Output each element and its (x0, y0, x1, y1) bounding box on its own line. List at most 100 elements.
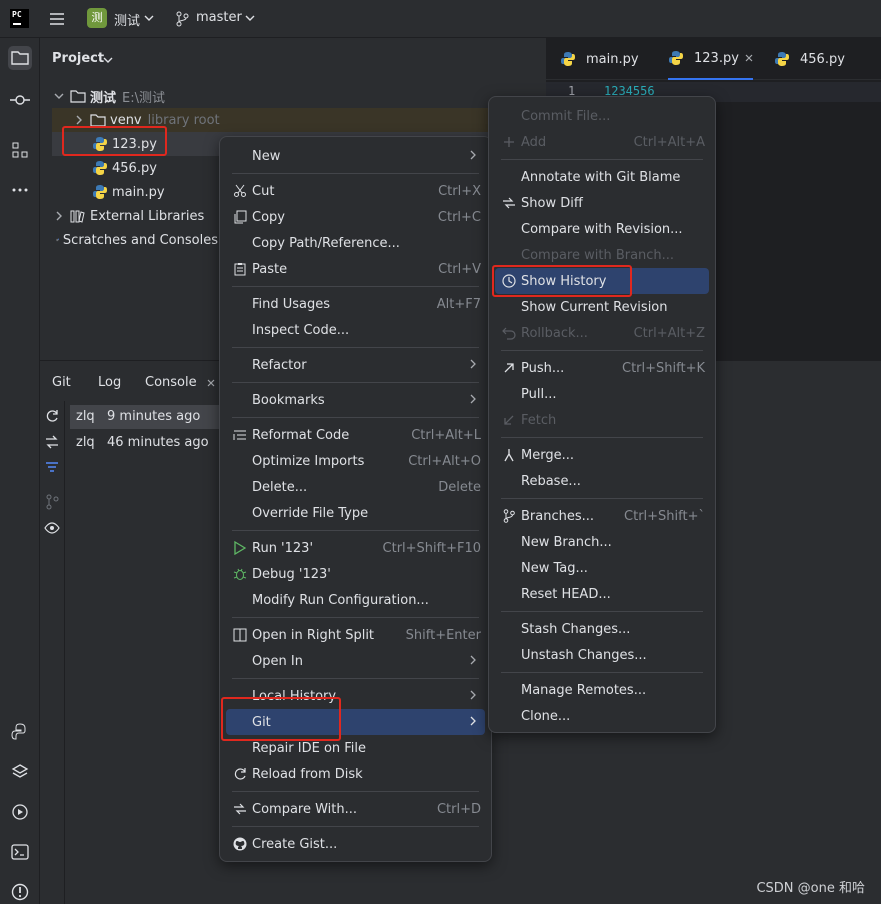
menu-separator (232, 791, 479, 792)
menu-item-open-right-split[interactable]: Open in Right Split Shift+Enter (226, 622, 485, 648)
tab-git[interactable]: Git (52, 375, 71, 390)
branch-icon (176, 11, 189, 27)
menu-item-create-gist[interactable]: Create Gist... (226, 831, 485, 857)
menu-item-find-usages[interactable]: Find Usages Alt+F7 (226, 291, 485, 317)
terminal-icon[interactable] (8, 840, 32, 864)
menu-item-reload-from-disk[interactable]: Reload from Disk (226, 761, 485, 787)
menu-item-rebase[interactable]: Rebase... (495, 468, 709, 494)
diff-icon[interactable] (44, 434, 60, 450)
more-icon[interactable] (8, 178, 32, 202)
menu-item-refactor[interactable]: Refactor (226, 352, 485, 378)
menu-separator (232, 826, 479, 827)
branch-icon[interactable] (44, 494, 60, 510)
menu-item-optimize-imports[interactable]: Optimize Imports Ctrl+Alt+O (226, 448, 485, 474)
tree-root[interactable]: 测试 E:\测试 (52, 84, 532, 108)
project-tool-icon[interactable] (8, 46, 32, 70)
menu-item-new-branch[interactable]: New Branch... (495, 529, 709, 555)
refresh-icon[interactable] (44, 408, 60, 424)
python-file-icon (93, 185, 107, 199)
project-panel-title[interactable]: Project (52, 51, 104, 66)
folder-icon (90, 114, 106, 127)
menu-separator (501, 437, 703, 438)
python-file-icon (669, 51, 683, 65)
file-label: 456.py (112, 160, 157, 176)
project-name[interactable]: 测试 (114, 10, 140, 29)
layers-icon[interactable] (8, 760, 32, 784)
menu-item-copy-path[interactable]: Copy Path/Reference... (226, 230, 485, 256)
menu-item-rollback[interactable]: Rollback... Ctrl+Alt+Z (495, 320, 709, 346)
menu-item-compare-revision[interactable]: Compare with Revision... (495, 216, 709, 242)
close-icon[interactable] (207, 379, 215, 387)
commit-tool-icon[interactable] (8, 88, 32, 112)
external-libraries-label: External Libraries (90, 208, 205, 224)
root-name: 测试 (90, 90, 117, 106)
structure-tool-icon[interactable] (8, 138, 32, 162)
tab-console[interactable]: Console (145, 375, 197, 390)
scratches-label: Scratches and Consoles (62, 232, 218, 248)
table-row[interactable]: zlq 46 minutes ago (70, 431, 230, 455)
menu-item-merge[interactable]: Merge... (495, 442, 709, 468)
menu-item-stash[interactable]: Stash Changes... (495, 616, 709, 642)
tab-log[interactable]: Log (98, 375, 121, 390)
menu-item-reset-head[interactable]: Reset HEAD... (495, 581, 709, 607)
close-icon[interactable] (745, 54, 753, 62)
menu-item-show-diff[interactable]: Show Diff (495, 190, 709, 216)
menu-item-compare-with[interactable]: Compare With... Ctrl+D (226, 796, 485, 822)
editor-tab-456[interactable]: 456.py (774, 38, 845, 80)
menu-separator (232, 382, 479, 383)
editor-tab-main[interactable]: main.py (560, 38, 639, 80)
menu-separator (501, 498, 703, 499)
menu-item-add[interactable]: Add Ctrl+Alt+A (495, 129, 709, 155)
menu-item-pull[interactable]: Pull... (495, 381, 709, 407)
menu-item-new[interactable]: New (226, 143, 485, 169)
menu-item-show-current-revision[interactable]: Show Current Revision (495, 294, 709, 320)
menu-item-inspect-code[interactable]: Inspect Code... (226, 317, 485, 343)
root-path: E:\测试 (122, 90, 165, 106)
tree-scratches[interactable]: Scratches and Consoles (52, 228, 218, 252)
menu-item-branches[interactable]: Branches... Ctrl+Shift+` (495, 503, 709, 529)
problems-icon[interactable] (8, 880, 32, 904)
highlight-box-file (62, 126, 167, 156)
menu-item-override-file-type[interactable]: Override File Type (226, 500, 485, 526)
menu-item-cut[interactable]: Cut Ctrl+X (226, 178, 485, 204)
chevron-right-icon (76, 115, 82, 125)
menu-item-new-tag[interactable]: New Tag... (495, 555, 709, 581)
services-icon[interactable] (8, 800, 32, 824)
split-icon (233, 628, 247, 642)
menu-separator (232, 530, 479, 531)
menu-item-run[interactable]: Run '123' Ctrl+Shift+F10 (226, 535, 485, 561)
menu-item-open-in[interactable]: Open In (226, 648, 485, 674)
menu-item-bookmarks[interactable]: Bookmarks (226, 387, 485, 413)
filter-icon[interactable] (44, 460, 60, 476)
menu-separator (232, 347, 479, 348)
menu-item-manage-remotes[interactable]: Manage Remotes... (495, 677, 709, 703)
menu-item-commit-file[interactable]: Commit File... (495, 103, 709, 129)
menu-item-copy[interactable]: Copy Ctrl+C (226, 204, 485, 230)
menu-item-clone[interactable]: Clone... (495, 703, 709, 729)
python-file-icon (775, 52, 789, 66)
menu-item-fetch[interactable]: Fetch (495, 407, 709, 433)
main-menu-icon[interactable] (48, 10, 66, 28)
commit-author: zlq (76, 435, 95, 450)
menu-separator (232, 617, 479, 618)
menu-item-modify-run-config[interactable]: Modify Run Configuration... (226, 587, 485, 613)
chevron-down-icon (245, 15, 255, 21)
editor-tab-123[interactable]: 123.py (668, 38, 753, 80)
menu-item-debug[interactable]: Debug '123' (226, 561, 485, 587)
reformat-icon (233, 430, 246, 440)
chevron-down-icon (103, 57, 113, 63)
commit-author: zlq (76, 409, 95, 424)
menu-item-unstash[interactable]: Unstash Changes... (495, 642, 709, 668)
branch-name[interactable]: master (196, 10, 242, 25)
project-badge[interactable]: 测 (87, 8, 107, 28)
eye-icon[interactable] (44, 520, 60, 536)
menu-item-paste[interactable]: Paste Ctrl+V (226, 256, 485, 282)
menu-item-push[interactable]: Push... Ctrl+Shift+K (495, 355, 709, 381)
menu-item-annotate[interactable]: Annotate with Git Blame (495, 164, 709, 190)
table-row[interactable]: zlq 9 minutes ago (70, 405, 230, 429)
run-icon (234, 541, 246, 555)
tool-window-stripe (0, 38, 40, 904)
menu-item-reformat[interactable]: Reformat Code Ctrl+Alt+L (226, 422, 485, 448)
python-packages-icon[interactable] (8, 720, 32, 744)
menu-item-delete[interactable]: Delete... Delete (226, 474, 485, 500)
